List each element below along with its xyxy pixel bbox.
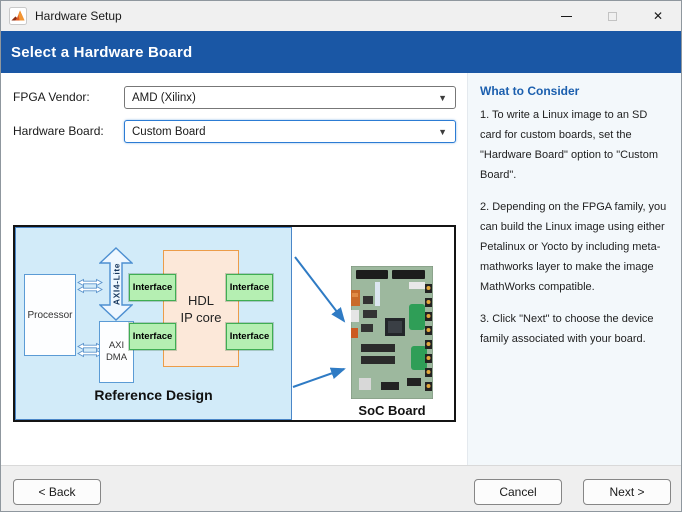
hardware-board-dropdown[interactable]: Custom Board ▼ [124,120,456,143]
axi4-lite-label: AXI4-Lite [112,263,122,305]
back-button[interactable]: < Back [13,479,101,505]
close-icon: ✕ [652,9,664,23]
panel-title: What to Consider [480,84,580,98]
wizard-header: Select a Hardware Board [1,31,681,73]
soc-board-photo [351,266,433,399]
chevron-down-icon: ▼ [438,126,447,137]
consider-item-1: 1. To write a Linux image to an SD card … [480,109,659,181]
hardware-board-value: Custom Board [132,125,206,138]
matlab-logo-icon [9,7,27,25]
title-bar: Hardware Setup ✕ [1,1,681,31]
maximize-icon [607,11,617,21]
consider-item-2: 2. Depending on the FPGA family, you can… [480,201,667,293]
chevron-down-icon: ▼ [438,92,447,103]
interface-box-top-right: Interface [226,274,273,301]
what-to-consider-panel: What to Consider 1. To write a Linux ima… [467,73,681,465]
interface-box-top-left: Interface [129,274,176,301]
fpga-vendor-dropdown[interactable]: AMD (Xilinx) ▼ [124,86,456,109]
interface-box-bottom-right: Interface [226,323,273,350]
page-title: Select a Hardware Board [11,43,193,61]
fpga-vendor-value: AMD (Xilinx) [132,91,196,104]
minimize-icon [560,15,572,17]
hardware-setup-dialog: Hardware Setup ✕ Select a Hardware Board… [0,0,682,512]
consider-item-3: 3. Click "Next" to choose the device fam… [480,313,654,345]
window-title: Hardware Setup [35,9,122,23]
minimize-button[interactable] [543,1,589,31]
fpga-vendor-label: FPGA Vendor: [13,90,90,104]
next-button[interactable]: Next > [583,479,671,505]
button-bar: < Back Cancel Next > [1,465,681,511]
hardware-board-label: Hardware Board: [13,124,104,138]
cancel-button[interactable]: Cancel [474,479,562,505]
processor-box: Processor [24,274,76,356]
reference-design-label: Reference Design [94,387,213,403]
close-button[interactable]: ✕ [635,1,681,31]
interface-box-bottom-left: Interface [129,323,176,350]
bus-connector-top [77,278,103,294]
soc-board-label: SoC Board [358,403,426,418]
maximize-button[interactable] [589,1,635,31]
hardware-diagram: Processor AXI4-Lite AXI DMA HDL IP core … [13,225,456,422]
window-controls: ✕ [543,1,681,31]
axi4-lite-arrow: AXI4-Lite [99,247,133,321]
